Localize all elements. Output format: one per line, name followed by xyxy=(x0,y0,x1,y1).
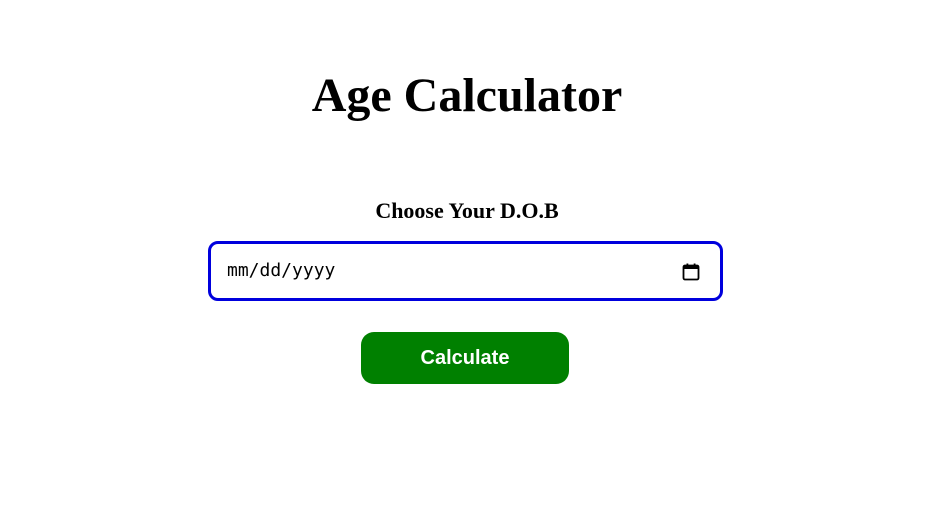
date-placeholder: mm/dd/yyyy xyxy=(227,260,336,281)
calculate-button[interactable]: Calculate xyxy=(361,332,569,384)
dob-date-input[interactable]: mm/dd/yyyy xyxy=(208,241,723,301)
calendar-icon[interactable] xyxy=(682,263,700,281)
page-title: Age Calculator xyxy=(311,69,623,122)
dob-label: Choose Your D.O.B xyxy=(375,198,559,223)
age-calculator-page: Age Calculator Choose Your D.O.B mm/dd/y… xyxy=(0,0,934,529)
